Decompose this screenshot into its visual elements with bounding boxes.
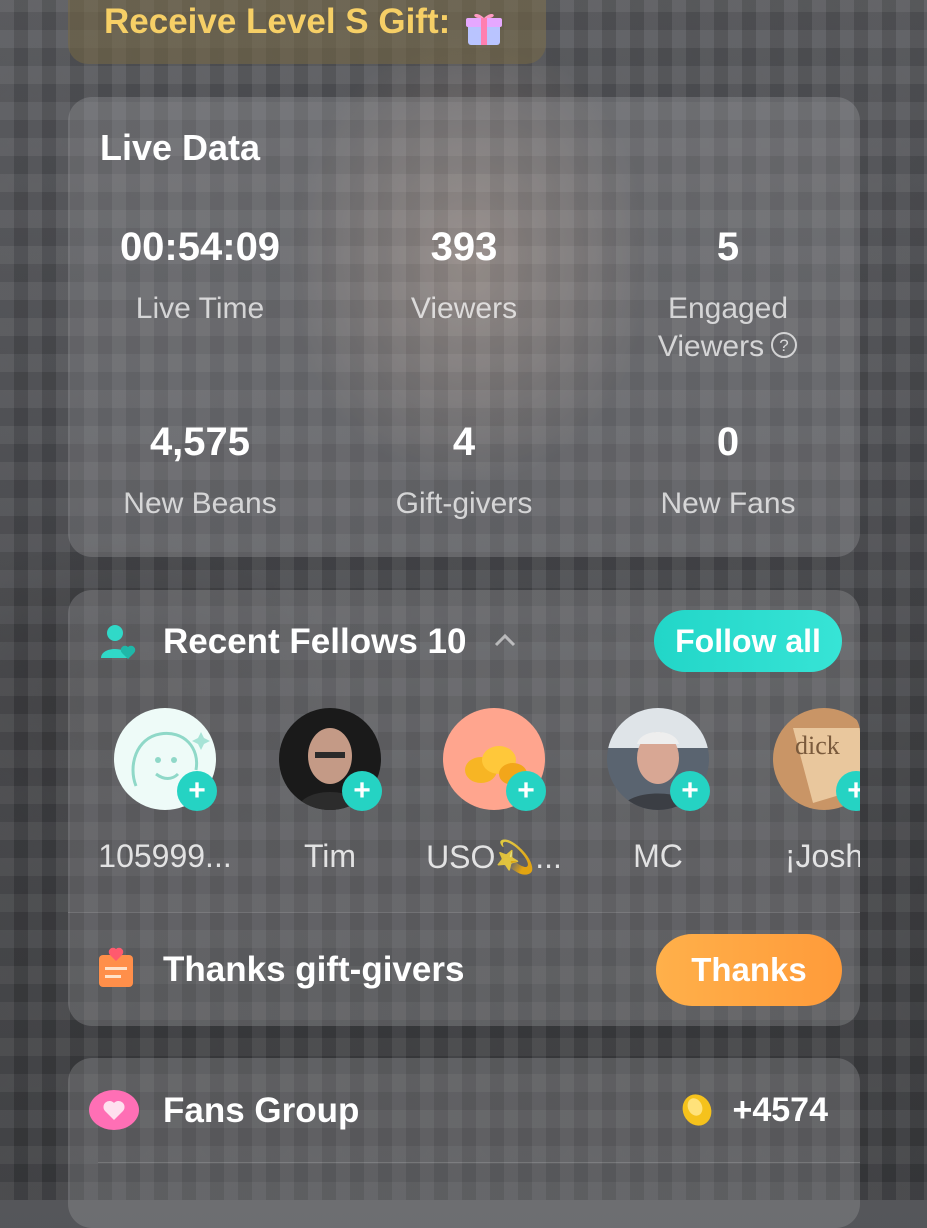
recent-fellows-title: Recent Fellows 10: [163, 622, 467, 661]
follow-all-button[interactable]: Follow all: [654, 610, 842, 672]
stat-label: New Fans: [660, 487, 796, 520]
level-gift-banner[interactable]: Receive Level S Gift:: [68, 0, 546, 64]
fellow-name: Tim: [303, 838, 357, 874]
stat-label: New Beans: [123, 487, 277, 520]
stat-gift-givers: 4 Gift-givers: [332, 420, 596, 523]
divider: [68, 912, 860, 913]
fans-group-count: +4574: [732, 1091, 829, 1129]
fans-group-title: Fans Group: [163, 1091, 360, 1130]
follow-plus-icon[interactable]: +: [670, 771, 710, 811]
stat-value: 0: [716, 420, 740, 464]
live-data-card: Live Data 00:54:09 Live Time 393 Viewers…: [68, 97, 860, 557]
fans-group-card[interactable]: Fans Group +4574: [68, 1058, 860, 1228]
stat-label: Viewers: [410, 292, 518, 325]
thanks-note-icon: [96, 947, 136, 994]
fellow-name: ¡Josh: [784, 838, 860, 874]
thanks-button[interactable]: Thanks: [656, 934, 842, 1006]
stat-value: 00:54:09: [119, 225, 281, 269]
stat-new-fans: 0 New Fans: [596, 420, 860, 523]
coin-icon: [680, 1092, 714, 1133]
thanks-gift-givers-title: Thanks gift-givers: [163, 950, 465, 989]
recent-fellows-card: Recent Fellows 10 Follow all + + + + dic…: [68, 590, 860, 1026]
avatar-badge-text: dick: [795, 731, 840, 760]
engaged-viewers-label: Engaged Viewers: [657, 292, 789, 363]
follow-plus-icon[interactable]: +: [177, 771, 217, 811]
fellow-name: 105999...: [98, 838, 232, 874]
gift-icon: [464, 8, 504, 48]
fans-heart-icon: [88, 1088, 140, 1137]
svg-text:?: ?: [779, 336, 788, 355]
fellow-name: USO💫...: [426, 839, 562, 875]
stat-engaged-viewers[interactable]: 5 Engaged Viewers?: [596, 225, 860, 369]
stat-value: 393: [430, 225, 498, 269]
stat-label: Gift-givers: [395, 487, 533, 520]
stat-value: 5: [716, 225, 740, 269]
level-gift-text: Receive Level S Gift:: [104, 2, 451, 41]
stat-new-beans: 4,575 New Beans: [68, 420, 332, 523]
stat-value: 4: [452, 420, 476, 464]
follow-plus-icon[interactable]: +: [342, 771, 382, 811]
stat-value: 4,575: [149, 420, 251, 464]
follow-plus-icon[interactable]: +: [506, 771, 546, 811]
person-heart-icon: [98, 622, 138, 667]
stat-label: Live Time: [135, 292, 265, 325]
stat-live-time: 00:54:09 Live Time: [68, 225, 332, 328]
help-icon[interactable]: ?: [770, 331, 798, 369]
stat-viewers: 393 Viewers: [332, 225, 596, 328]
fellows-avatar-row: + + + + dick + 105999... Tim USO💫... MC …: [68, 708, 860, 888]
stat-label: Engaged Viewers?: [643, 290, 813, 369]
live-data-title: Live Data: [100, 127, 261, 168]
chevron-up-icon[interactable]: [494, 633, 516, 652]
fellow-name: MC: [633, 838, 683, 874]
divider: [98, 1162, 860, 1163]
